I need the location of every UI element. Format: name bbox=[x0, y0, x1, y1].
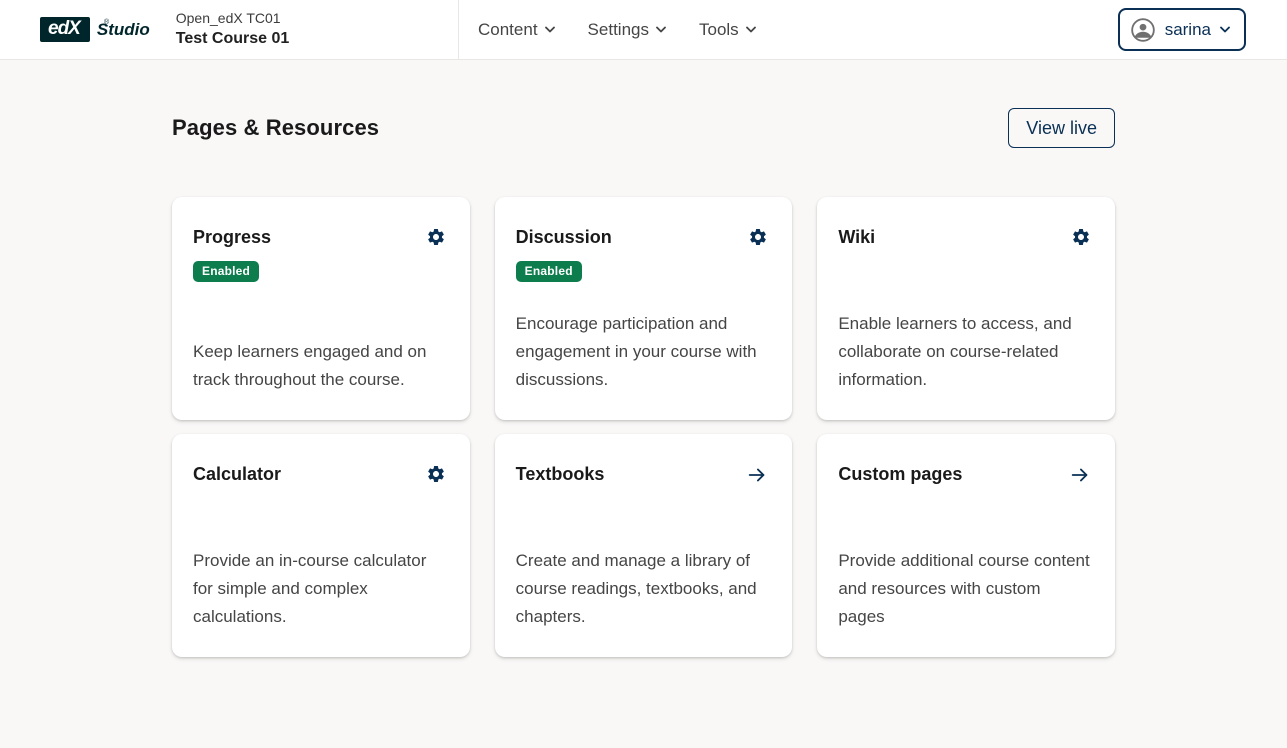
nav-content-label: Content bbox=[478, 20, 538, 40]
app-header: edX® Studio Open_edX TC01 Test Course 01… bbox=[0, 0, 1287, 60]
nav-settings-menu[interactable]: Settings bbox=[588, 20, 666, 40]
card-calculator: Calculator Provide an in-course calculat… bbox=[172, 434, 470, 657]
pages-cards-grid: Progress Enabled Keep learners engaged a… bbox=[172, 197, 1115, 657]
course-title-label: Test Course 01 bbox=[176, 28, 290, 50]
card-custom-pages: Custom pages Provide additional course c… bbox=[817, 434, 1115, 657]
pages-resources-main: Pages & Resources View live Progress Ena… bbox=[172, 108, 1115, 657]
card-description: Create and manage a library of course re… bbox=[516, 547, 769, 631]
card-title: Calculator bbox=[193, 464, 281, 485]
view-live-button[interactable]: View live bbox=[1008, 108, 1115, 148]
card-textbooks: Textbooks Create and manage a library of… bbox=[495, 434, 793, 657]
main-nav: Content Settings Tools bbox=[478, 0, 789, 59]
card-discussion: Discussion Enabled Encourage participati… bbox=[495, 197, 793, 420]
user-menu-button[interactable]: sarina bbox=[1118, 8, 1246, 51]
nav-settings-label: Settings bbox=[588, 20, 649, 40]
edx-logo-mark: edX bbox=[40, 17, 90, 42]
chevron-down-icon bbox=[1220, 26, 1230, 33]
edx-studio-logo[interactable]: edX® Studio bbox=[40, 17, 150, 42]
card-description: Enable learners to access, and collabora… bbox=[838, 310, 1091, 394]
username-label: sarina bbox=[1165, 20, 1211, 40]
status-badge: Enabled bbox=[193, 261, 259, 282]
registered-mark: ® bbox=[104, 19, 109, 26]
course-info: Open_edX TC01 Test Course 01 bbox=[176, 9, 290, 50]
card-description: Encourage participation and engagement i… bbox=[516, 310, 769, 394]
nav-tools-label: Tools bbox=[699, 20, 739, 40]
card-title: Wiki bbox=[838, 227, 875, 248]
page-title-row: Pages & Resources View live bbox=[172, 108, 1115, 148]
settings-gear-icon[interactable] bbox=[426, 464, 446, 484]
card-description: Provide an in-course calculator for simp… bbox=[193, 547, 446, 631]
card-wiki: Wiki Enable learners to access, and coll… bbox=[817, 197, 1115, 420]
chevron-down-icon bbox=[746, 26, 756, 33]
arrow-forward-icon[interactable] bbox=[746, 464, 768, 486]
arrow-forward-icon[interactable] bbox=[1069, 464, 1091, 486]
page-title: Pages & Resources bbox=[172, 115, 379, 141]
course-org-label: Open_edX TC01 bbox=[176, 9, 290, 28]
card-description: Keep learners engaged and on track throu… bbox=[193, 338, 446, 394]
card-title: Custom pages bbox=[838, 464, 962, 485]
chevron-down-icon bbox=[656, 26, 666, 33]
chevron-down-icon bbox=[545, 26, 555, 33]
avatar-icon bbox=[1130, 17, 1156, 43]
nav-tools-menu[interactable]: Tools bbox=[699, 20, 756, 40]
card-title: Textbooks bbox=[516, 464, 605, 485]
settings-gear-icon[interactable] bbox=[426, 227, 446, 247]
settings-gear-icon[interactable] bbox=[1071, 227, 1091, 247]
card-title: Discussion bbox=[516, 227, 612, 248]
header-divider bbox=[458, 0, 459, 59]
status-badge: Enabled bbox=[516, 261, 582, 282]
card-title: Progress bbox=[193, 227, 271, 248]
card-progress: Progress Enabled Keep learners engaged a… bbox=[172, 197, 470, 420]
card-description: Provide additional course content and re… bbox=[838, 547, 1091, 631]
nav-content-menu[interactable]: Content bbox=[478, 20, 555, 40]
settings-gear-icon[interactable] bbox=[748, 227, 768, 247]
